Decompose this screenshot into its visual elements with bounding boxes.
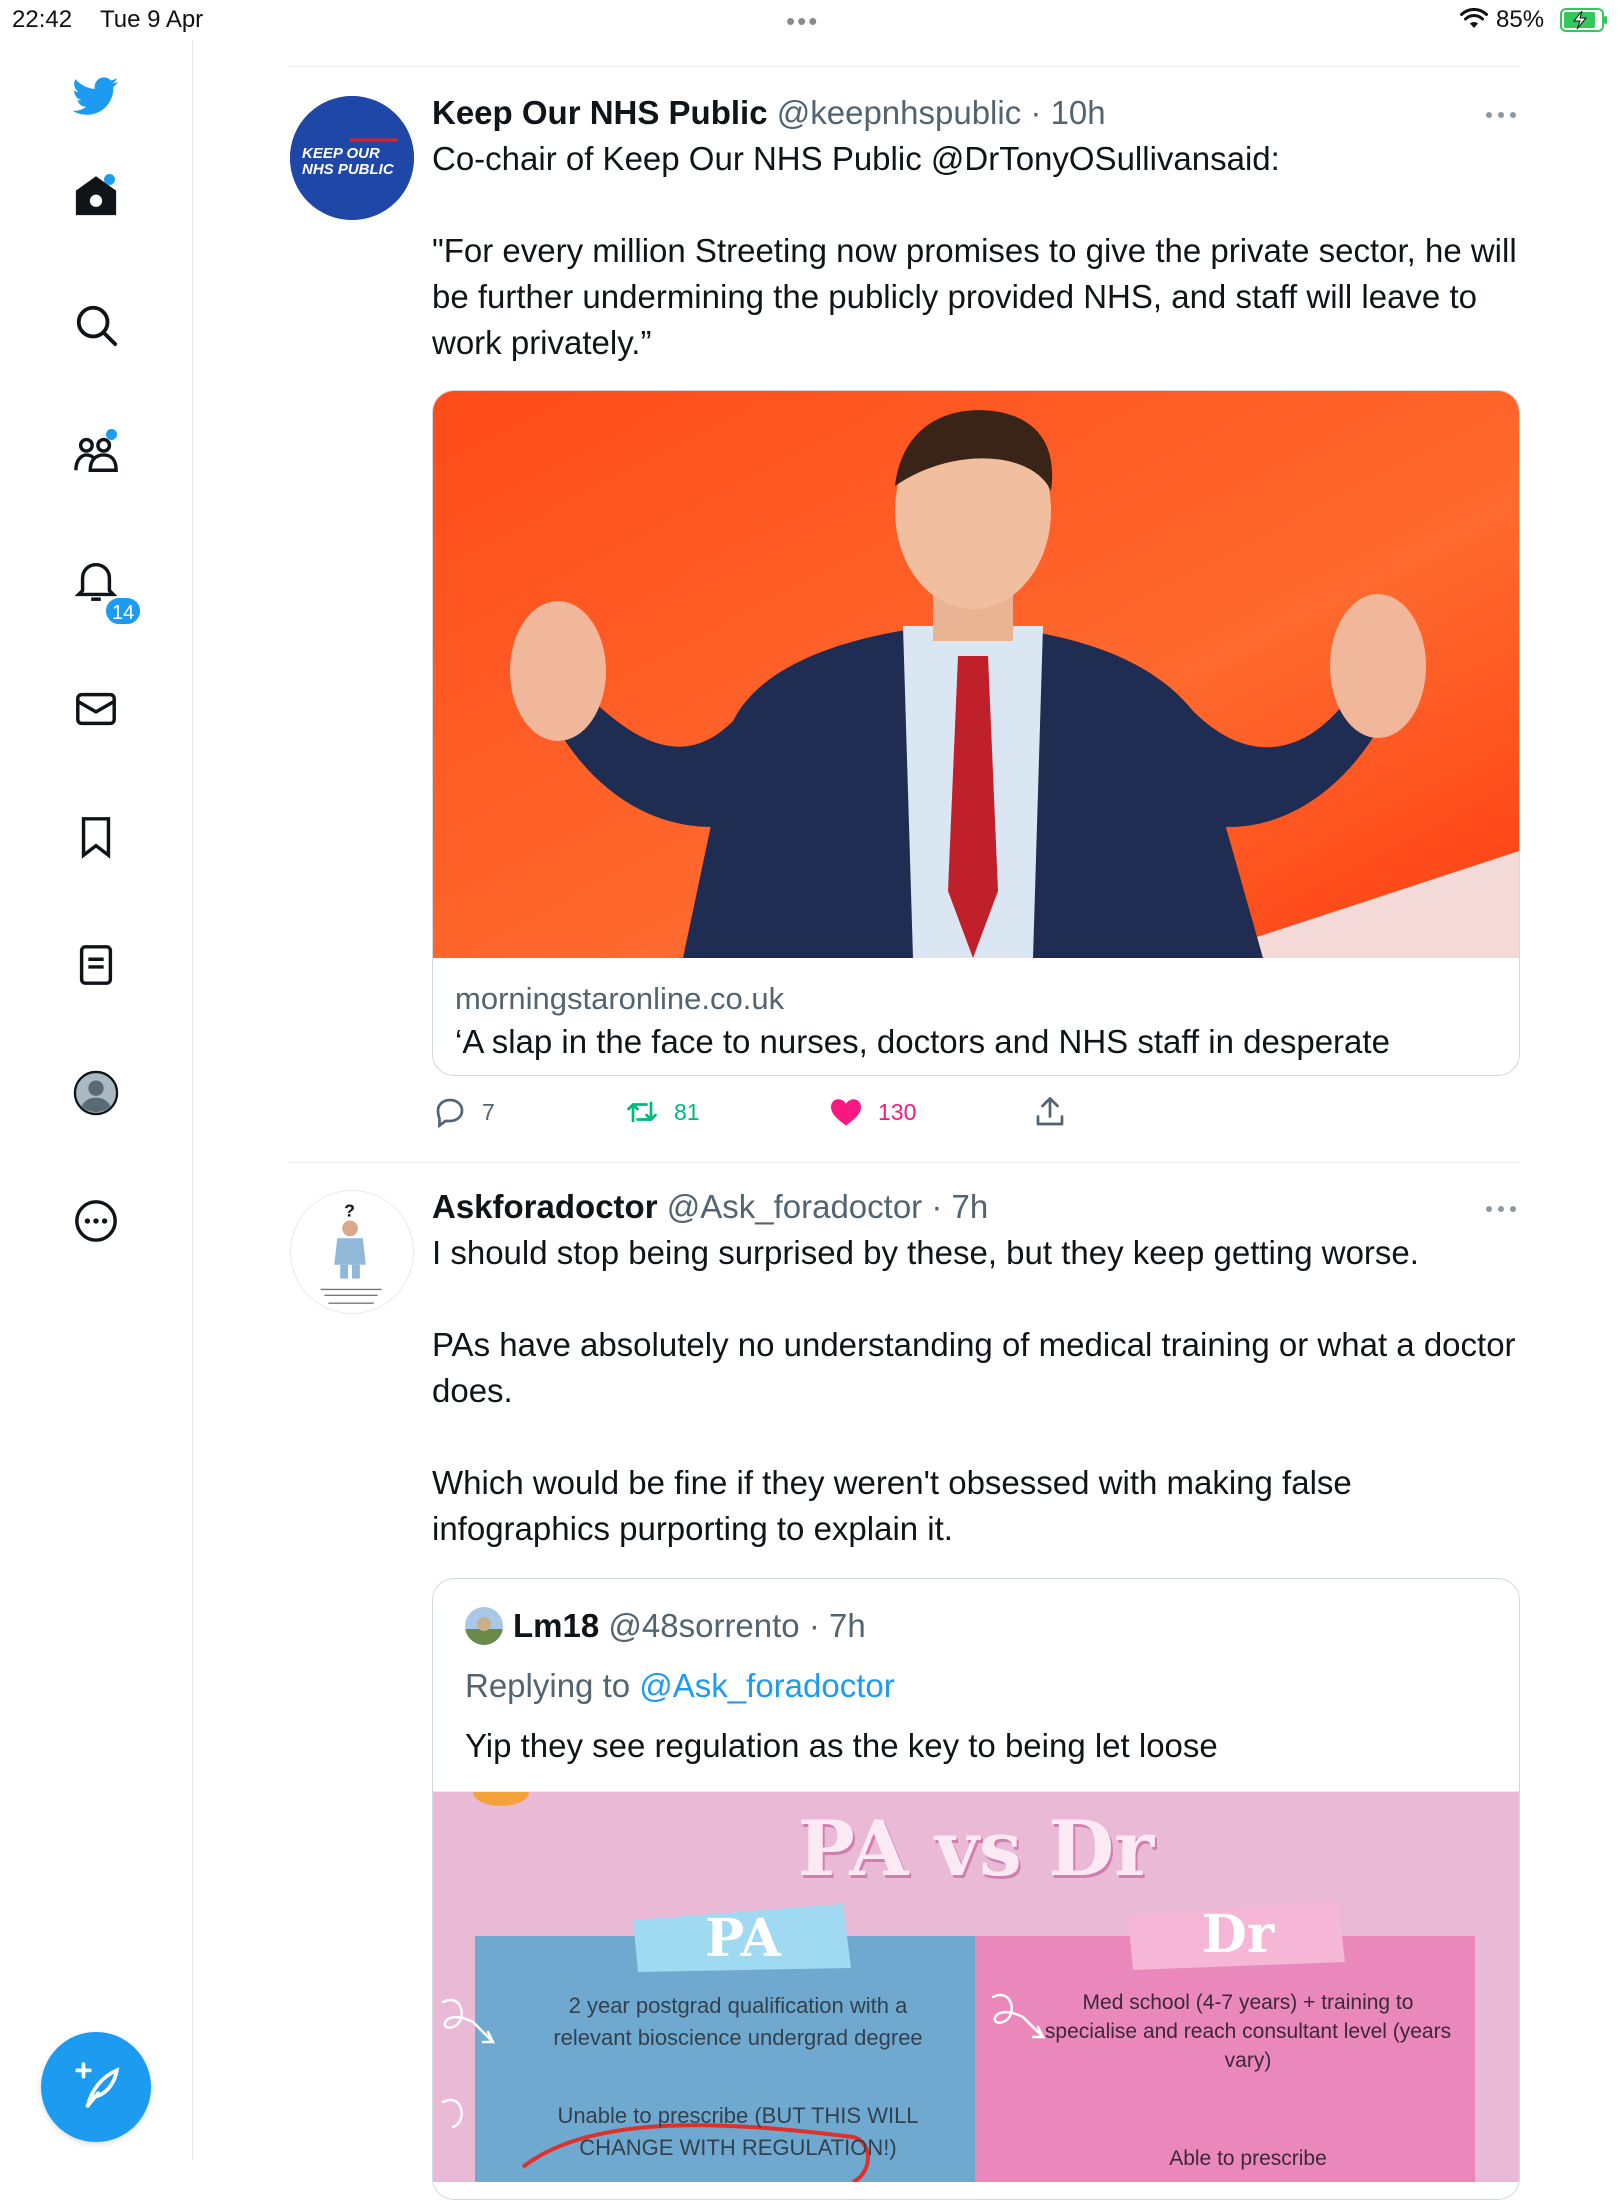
pa-training-text: 2 year postgrad qualification with a rel… xyxy=(553,1993,923,2050)
retweet-count: 81 xyxy=(674,1098,700,1125)
heart-icon xyxy=(831,1099,861,1126)
reply-count: 7 xyxy=(482,1098,495,1125)
compose-icon xyxy=(75,2062,120,2108)
twitter-bird-icon[interactable] xyxy=(64,64,128,128)
svg-text:KEEP OUR: KEEP OUR xyxy=(302,145,380,162)
author-name[interactable]: Keep Our NHS Public xyxy=(432,94,768,131)
mail-icon[interactable] xyxy=(64,677,128,741)
tweet-actions: 7 81 130 xyxy=(432,1092,1132,1132)
tweet-header: Keep Our NHS Public @keepnhspublic · 10h xyxy=(432,92,1518,134)
status-date: Tue 9 Apr xyxy=(100,6,204,33)
tweet-time[interactable]: 10h xyxy=(1051,94,1106,131)
svg-text:?: ? xyxy=(344,1201,355,1221)
quoted-author-handle: @48sorrento xyxy=(608,1607,800,1644)
card-title: ‘A slap in the face to nurses, doctors a… xyxy=(455,1023,1390,1060)
like-count: 130 xyxy=(878,1098,917,1125)
quoted-author-name: Lm18 xyxy=(513,1607,600,1644)
more-options-icon[interactable] xyxy=(1484,110,1518,120)
replying-to: Replying to @Ask_foradoctor xyxy=(465,1667,895,1705)
profile-avatar-icon[interactable] xyxy=(64,1061,128,1125)
divider xyxy=(290,1162,1520,1163)
sidebar-nav: 14 xyxy=(0,40,193,2160)
dr-prescribe-text: Able to prescribe xyxy=(1169,2147,1327,2170)
meta-separator: · xyxy=(799,1607,829,1644)
compose-tweet-button[interactable] xyxy=(41,2032,151,2142)
infographic-title: PA vs Dr xyxy=(797,1804,1155,1893)
dr-training-text: Med school (4-7 years) + training to spe… xyxy=(1044,1991,1452,2072)
retweet-icon xyxy=(627,1101,657,1123)
article-photo xyxy=(433,391,1519,958)
tweet-header: Askforadoctor @Ask_foradoctor · 7h xyxy=(432,1186,1518,1228)
notifications-badge: 14 xyxy=(104,596,143,626)
author-handle[interactable]: @Ask_foradoctor xyxy=(667,1188,922,1225)
pa-header: PA xyxy=(705,1908,781,1969)
more-options-icon[interactable] xyxy=(1484,1204,1518,1214)
tweet-text: Co-chair of Keep Our NHS Public @DrTonyO… xyxy=(432,140,1517,361)
link-card[interactable]: morningstaronline.co.uk ‘A slap in the f… xyxy=(432,390,1520,1076)
quoted-tweet-header: Lm18 @48sorrento · 7h xyxy=(465,1607,866,1645)
quoted-time: 7h xyxy=(828,1607,866,1644)
home-icon[interactable] xyxy=(64,164,128,228)
communities-unread-dot xyxy=(106,429,117,440)
communities-icon[interactable] xyxy=(64,421,128,485)
divider xyxy=(290,66,1520,67)
list-icon[interactable] xyxy=(64,933,128,997)
quoted-tweet-text: Yip they see regulation as the key to be… xyxy=(465,1727,1218,1764)
pa-vs-dr-infographic[interactable]: PA vs Dr PA Dr 2 year postgrad qualifica… xyxy=(433,1791,1519,2182)
tweet-time[interactable]: 7h xyxy=(952,1188,989,1225)
tweet[interactable]: KEEP OUR NHS PUBLIC Keep Our NHS Public … xyxy=(290,92,1520,1162)
share-icon xyxy=(1036,1097,1064,1126)
dr-header: Dr xyxy=(1201,1904,1275,1965)
tweet-text: I should stop being surprised by these, … xyxy=(432,1234,1516,1547)
home-unread-dot xyxy=(104,174,115,185)
search-icon[interactable] xyxy=(64,293,128,357)
retweet-button[interactable]: 81 xyxy=(624,1092,700,1132)
reply-button[interactable]: 7 xyxy=(432,1092,495,1132)
quoted-tweet[interactable]: Lm18 @48sorrento · 7h Replying to @Ask_f… xyxy=(432,1578,1520,2200)
reply-icon xyxy=(436,1098,464,1129)
tweet[interactable]: ? Askforadoctor @Ask_foradoctor · 7h I s… xyxy=(290,1186,1520,2200)
keepnhspublic-avatar[interactable]: KEEP OUR NHS PUBLIC xyxy=(290,96,414,220)
pa-prescribe-text: Unable to prescribe (BUT THIS WILL CHANG… xyxy=(557,2103,919,2160)
askforadoctor-avatar[interactable]: ? xyxy=(290,1190,414,1314)
meta-separator: · xyxy=(1021,94,1051,131)
like-button[interactable]: 130 xyxy=(828,1092,916,1132)
share-button[interactable] xyxy=(1032,1092,1082,1132)
meta-separator: · xyxy=(922,1188,952,1225)
replying-to-link[interactable]: @Ask_foradoctor xyxy=(639,1667,894,1704)
author-name[interactable]: Askforadoctor xyxy=(432,1188,658,1225)
more-circle-icon[interactable] xyxy=(64,1189,128,1253)
card-domain: morningstaronline.co.uk xyxy=(455,981,785,1016)
timeline: KEEP OUR NHS PUBLIC Keep Our NHS Public … xyxy=(192,0,1620,2200)
bookmark-icon[interactable] xyxy=(64,805,128,869)
lm18-avatar[interactable] xyxy=(465,1607,503,1645)
status-time: 22:42 xyxy=(12,6,73,33)
author-handle[interactable]: @keepnhspublic xyxy=(777,94,1022,131)
replying-label: Replying to xyxy=(465,1667,631,1704)
svg-text:NHS PUBLIC: NHS PUBLIC xyxy=(302,161,395,178)
